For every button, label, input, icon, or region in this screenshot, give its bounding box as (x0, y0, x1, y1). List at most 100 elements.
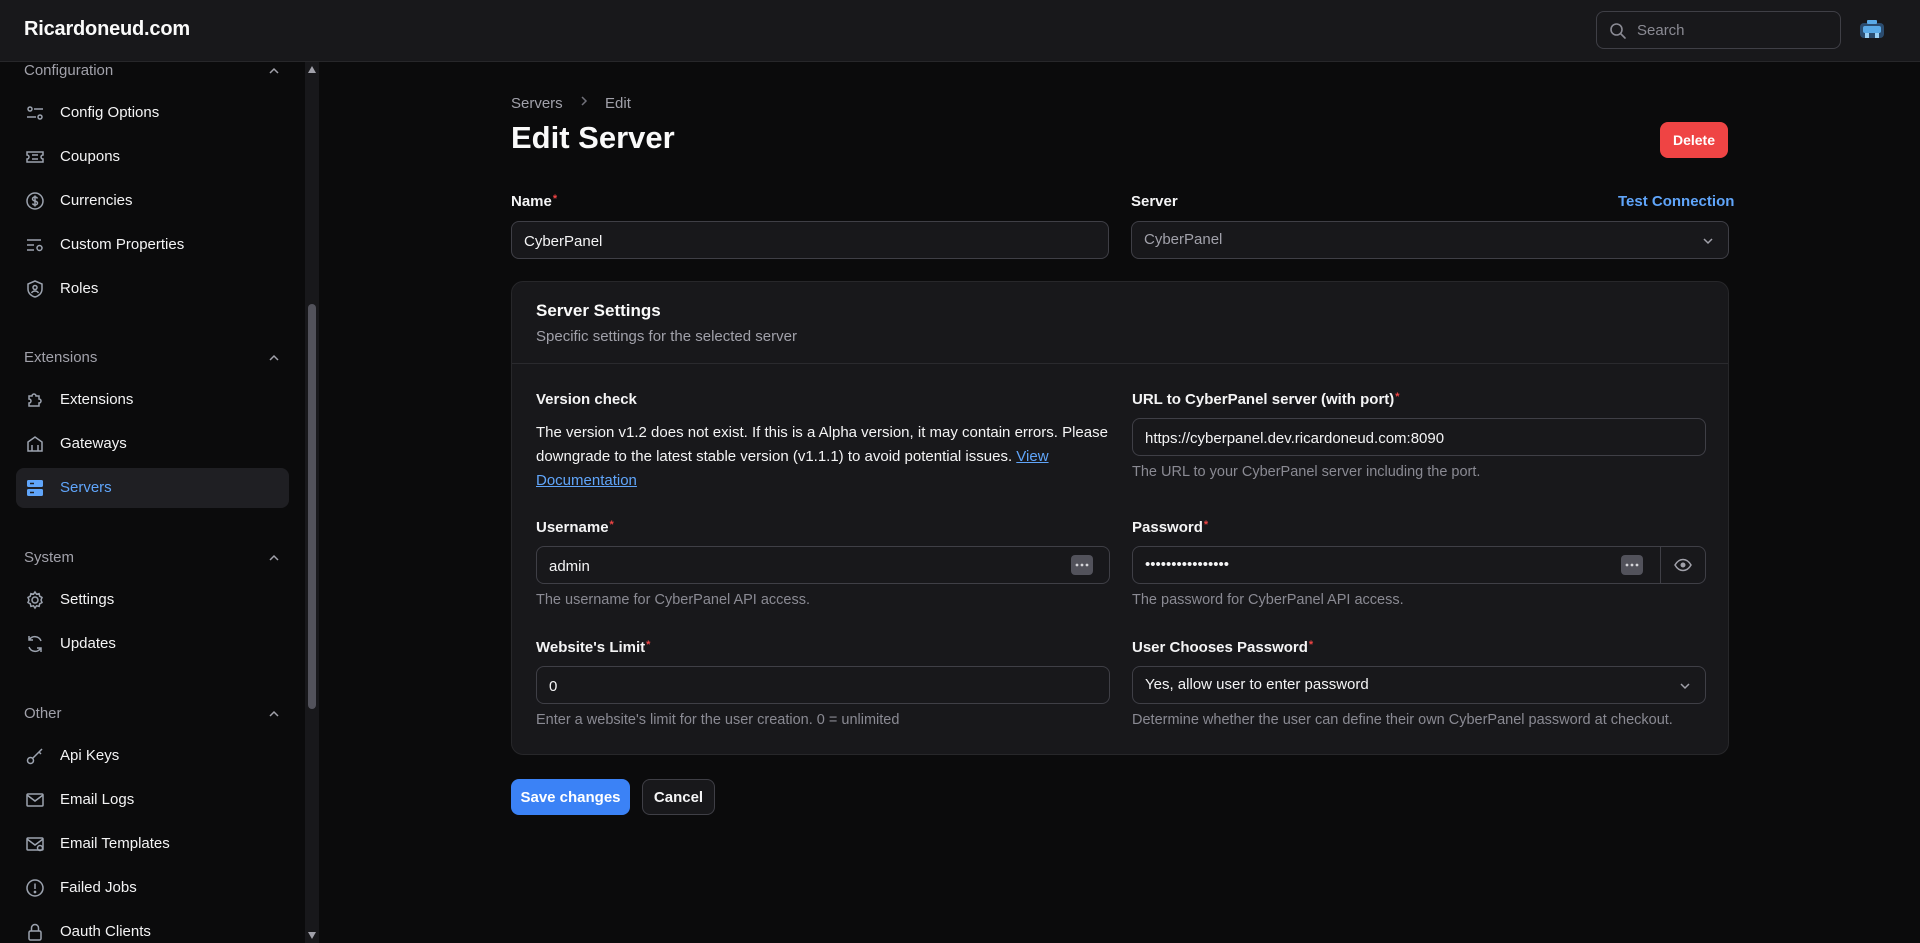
server-select[interactable]: CyberPanel (1131, 221, 1729, 259)
user-chooses-password-help: Determine whether the user can define th… (1132, 712, 1673, 728)
chevron-down-icon (1703, 238, 1713, 245)
search-box[interactable] (1596, 11, 1841, 49)
sidebar-group-label: Configuration (24, 62, 114, 79)
mail-template-icon (26, 837, 44, 852)
sidebar-item-config-options[interactable]: Config Options (16, 93, 289, 133)
sidebar-item-label: Settings (60, 591, 115, 608)
sidebar-item-label: Roles (60, 280, 99, 297)
sidebar-group-extensions[interactable]: Extensions (24, 349, 280, 371)
sidebar-item-label: Config Options (60, 104, 160, 121)
name-field[interactable] (511, 221, 1109, 259)
required-marker: * (646, 639, 651, 651)
main-content: Servers Edit Edit Server Delete Name* Se… (319, 62, 1920, 943)
sidebar-item-label: Servers (60, 479, 112, 496)
user-chooses-password-label-text: User Chooses Password (1132, 639, 1308, 656)
required-marker: * (1395, 391, 1400, 403)
website-limit-label-text: Website's Limit (536, 639, 646, 656)
website-limit-help: Enter a website's limit for the user cre… (536, 712, 900, 728)
cancel-button[interactable]: Cancel (642, 779, 715, 815)
url-field[interactable] (1132, 418, 1706, 456)
search-input[interactable] (1637, 20, 1827, 40)
sidebar-item-roles[interactable]: Roles (16, 269, 289, 309)
user-chooses-password-select[interactable]: Yes, allow user to enter password (1132, 666, 1706, 704)
password-manager-icon[interactable] (1071, 555, 1093, 575)
eye-icon (1674, 558, 1692, 572)
sidebar-item-oauth-clients[interactable]: Oauth Clients (16, 912, 289, 943)
username-label-text: Username (536, 519, 609, 536)
chevron-up-icon (269, 710, 279, 717)
password-input[interactable]: •••••••••••••••• (1145, 556, 1657, 576)
website-limit-field[interactable] (536, 666, 1110, 704)
sidebar-group-label: System (24, 549, 75, 566)
sidebar: Configuration Config Options Coupons Cur… (0, 62, 305, 943)
password-field[interactable]: •••••••••••••••• (1132, 546, 1706, 584)
key-icon (26, 748, 43, 765)
brand-logo-text[interactable]: Ricardoneud.com (24, 18, 190, 41)
chevron-up-icon (269, 354, 279, 361)
required-marker: * (1203, 519, 1209, 531)
sidebar-group-other[interactable]: Other (24, 705, 280, 727)
password-label-text: Password (1132, 519, 1203, 536)
sidebar-item-label: Email Logs (60, 791, 135, 808)
sidebar-scrollbar[interactable] (305, 62, 319, 943)
panel-title: Server Settings (536, 301, 661, 320)
list-settings-icon (27, 239, 43, 252)
server-label: Server (1131, 193, 1178, 210)
username-help: The username for CyberPanel API access. (536, 592, 811, 608)
sidebar-item-failed-jobs[interactable]: Failed Jobs (16, 868, 289, 908)
sliders-icon (27, 106, 43, 120)
required-marker: * (552, 193, 558, 205)
refresh-icon (28, 635, 42, 653)
sidebar-item-updates[interactable]: Updates (16, 624, 289, 664)
sidebar-item-extensions[interactable]: Extensions (16, 380, 289, 420)
avatar[interactable] (1859, 18, 1885, 42)
chevron-down-icon (1680, 683, 1690, 690)
sidebar-item-api-keys[interactable]: Api Keys (16, 736, 289, 776)
sidebar-item-currencies[interactable]: Currencies (16, 181, 289, 221)
name-input[interactable] (524, 231, 1060, 251)
version-warning-text: The version v1.2 does not exist. If this… (536, 421, 1108, 493)
scrollbar-thumb[interactable] (308, 304, 316, 709)
url-input[interactable] (1145, 428, 1657, 448)
breadcrumb-current: Edit (605, 94, 631, 112)
username-field[interactable] (536, 546, 1110, 584)
breadcrumb: Servers Edit (511, 94, 631, 112)
name-label: Name* (511, 193, 557, 210)
password-label: Password* (1132, 519, 1208, 536)
breadcrumb-servers-link[interactable]: Servers (511, 95, 563, 112)
sidebar-item-label: Extensions (60, 391, 134, 408)
chevron-right-icon (581, 96, 587, 106)
puzzle-icon (28, 393, 42, 407)
save-changes-button[interactable]: Save changes (511, 779, 630, 815)
test-connection-link[interactable]: Test Connection (1618, 193, 1734, 210)
username-input[interactable] (549, 556, 1061, 576)
server-select-value: CyberPanel (1144, 231, 1223, 248)
sidebar-item-email-templates[interactable]: Email Templates (16, 824, 289, 864)
user-chooses-password-label: User Chooses Password* (1132, 639, 1313, 656)
sidebar-item-gateways[interactable]: Gateways (16, 424, 289, 464)
gear-icon (27, 590, 43, 610)
sidebar-item-label: Custom Properties (60, 236, 185, 253)
sidebar-group-system[interactable]: System (24, 549, 280, 571)
sidebar-group-label: Other (24, 705, 62, 722)
sidebar-group-configuration[interactable]: Configuration (24, 62, 280, 84)
sidebar-item-servers[interactable]: Servers (16, 468, 289, 508)
delete-button[interactable]: Delete (1660, 122, 1728, 158)
ticket-icon (26, 151, 44, 163)
toggle-password-visibility-button[interactable] (1660, 547, 1705, 583)
sidebar-item-email-logs[interactable]: Email Logs (16, 780, 289, 820)
password-manager-icon[interactable] (1621, 555, 1643, 575)
scroll-up-arrow-icon[interactable] (308, 66, 316, 73)
server-icon (27, 480, 43, 496)
scroll-down-arrow-icon[interactable] (308, 932, 316, 939)
url-label: URL to CyberPanel server (with port)* (1132, 391, 1400, 408)
sidebar-item-label: Oauth Clients (60, 923, 151, 940)
sidebar-item-coupons[interactable]: Coupons (16, 137, 289, 177)
sidebar-group-label: Extensions (24, 349, 98, 366)
sidebar-item-settings[interactable]: Settings (16, 580, 289, 620)
username-label: Username* (536, 519, 614, 536)
version-check-label: Version check (536, 391, 637, 408)
mail-icon (26, 793, 44, 807)
sidebar-item-custom-properties[interactable]: Custom Properties (16, 225, 289, 265)
website-limit-input[interactable] (549, 676, 1061, 696)
